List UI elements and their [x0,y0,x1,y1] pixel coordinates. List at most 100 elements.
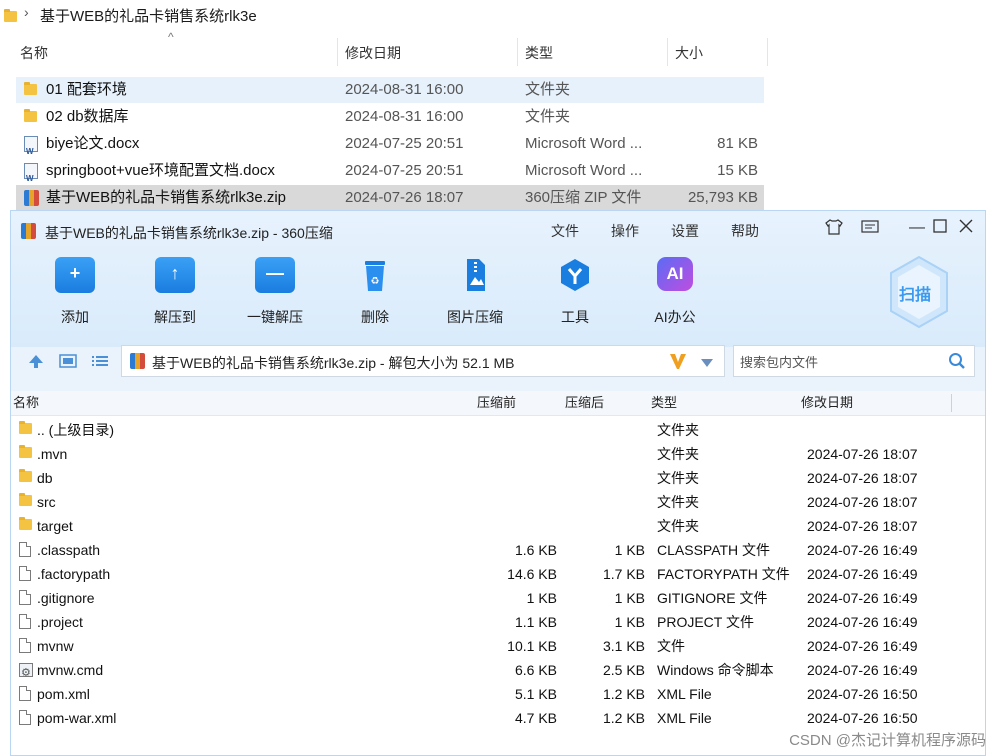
file-type: 文件 [657,638,685,654]
explorer-row[interactable]: 01 配套环境 2024-08-31 16:00 文件夹 [16,77,764,103]
file-date: 2024-07-26 16:49 [807,614,918,630]
file-row[interactable]: mvnw.cmd 6.6 KB 2.5 KB Windows 命令脚本 2024… [11,658,985,685]
menu-help[interactable]: 帮助 [731,221,759,241]
toolbar-image-compress-button[interactable]: 图片压缩 [435,257,515,327]
list-view-icon[interactable] [91,353,109,374]
column-divider[interactable] [517,38,518,66]
file-type: 文件夹 [525,81,571,98]
file-date: 2024-07-26 18:07 [807,494,918,510]
file-row[interactable]: mvnw 10.1 KB 3.1 KB 文件 2024-07-26 16:49 [11,634,985,658]
column-header-size[interactable]: 大小 [675,40,703,66]
file-icon [19,566,31,581]
column-divider[interactable] [951,394,952,412]
toolbar-delete-button[interactable]: ♻ 删除 [335,257,415,327]
file-icon [19,542,31,557]
breadcrumb[interactable]: 基于WEB的礼品卡销售系统rlk3e [40,5,257,26]
dropdown-arrow-icon[interactable] [700,355,714,373]
image-compress-icon [455,257,495,293]
explorer-row[interactable]: springboot+vue环境配置文档.docx 2024-07-25 20:… [16,158,764,192]
up-arrow-icon[interactable] [27,353,45,374]
column-divider[interactable] [667,38,668,66]
file-type: GITIGNORE 文件 [657,590,768,606]
thumbnail-view-icon[interactable] [59,353,77,374]
file-type: 文件夹 [657,518,699,534]
v-badge-icon[interactable] [668,351,688,376]
menu-operation[interactable]: 操作 [611,221,639,241]
file-icon [19,590,31,605]
file-name: 01 配套环境 [46,81,127,98]
toolbar-label: AI办公 [654,309,696,325]
size-after: 1 KB [614,614,645,630]
skin-shirt-icon[interactable] [825,219,843,240]
file-date: 2024-07-26 16:49 [807,566,918,582]
column-header-type[interactable]: 类型 [651,391,677,415]
size-before: 14.6 KB [507,566,557,582]
search-box[interactable] [733,345,975,377]
file-row[interactable]: pom-war.xml 4.7 KB 1.2 KB XML File 2024-… [11,706,985,730]
toolbar-extract-to-button[interactable]: ↑ 解压到 [135,257,215,327]
toolbar-ai-office-button[interactable]: AI AI办公 [635,257,715,327]
column-divider[interactable] [337,38,338,66]
maximize-icon[interactable] [933,219,947,238]
file-icon [19,686,31,701]
file-name: db [37,470,53,486]
toolbar-one-click-extract-button[interactable]: — 一键解压 [235,257,315,327]
search-input[interactable] [738,351,942,373]
file-type: XML File [657,710,712,726]
explorer-address-bar: › 基于WEB的礼品卡销售系统rlk3e [0,0,992,27]
tools-icon [555,257,595,293]
column-header-date[interactable]: 修改日期 [801,391,853,415]
menu-file[interactable]: 文件 [551,221,579,241]
size-after: 1.7 KB [602,566,645,582]
minimize-icon[interactable]: — [909,219,925,237]
file-row[interactable]: .classpath 1.6 KB 1 KB CLASSPATH 文件 2024… [11,538,985,562]
menu-settings[interactable]: 设置 [671,221,699,241]
column-header-type[interactable]: 类型 [525,40,553,66]
file-date: 2024-07-26 16:49 [807,662,918,678]
scan-button[interactable]: 扫描 [887,255,951,329]
file-row[interactable]: .factorypath 14.6 KB 1.7 KB FACTORYPATH … [11,562,985,586]
file-date: 2024-08-31 16:00 [345,81,464,98]
cmd-script-icon [19,661,33,685]
file-row[interactable]: src 文件夹 2024-07-26 18:07 [11,490,985,514]
size-before: 1.1 KB [514,614,557,630]
chevron-right-icon[interactable]: › [24,4,29,20]
file-type: 文件夹 [657,470,699,486]
search-icon[interactable] [948,352,966,375]
file-row[interactable]: .mvn 文件夹 2024-07-26 18:07 [11,442,985,466]
toolbar-add-button[interactable]: + 添加 [35,257,115,327]
file-row[interactable]: .gitignore 1 KB 1 KB GITIGNORE 文件 2024-0… [11,586,985,610]
explorer-row[interactable]: 基于WEB的礼品卡销售系统rlk3e.zip 2024-07-26 18:07 … [16,185,764,211]
archive-path-bar[interactable]: 基于WEB的礼品卡销售系统rlk3e.zip - 解包大小为 52.1 MB [121,345,725,377]
delete-icon: ♻ [355,257,395,293]
file-name: .. (上级目录) [37,422,114,438]
ai-office-icon: AI [657,257,693,291]
explorer-row[interactable]: 02 db数据库 2024-08-31 16:00 文件夹 [16,104,764,130]
file-date: 2024-07-26 16:49 [807,638,918,654]
file-row[interactable]: target 文件夹 2024-07-26 18:07 [11,514,985,538]
feedback-icon[interactable] [861,219,879,240]
column-header-date[interactable]: 修改日期 [345,40,401,66]
size-after: 3.1 KB [602,638,645,654]
file-date: 2024-08-31 16:00 [345,108,464,125]
file-row[interactable]: .. (上级目录) 文件夹 [11,418,985,442]
toolbar-tools-button[interactable]: 工具 [535,257,615,327]
close-icon[interactable] [959,219,973,238]
file-row[interactable]: pom.xml 5.1 KB 1.2 KB XML File 2024-07-2… [11,682,985,706]
file-date: 2024-07-26 18:07 [807,518,918,534]
file-row[interactable]: db 文件夹 2024-07-26 18:07 [11,466,985,490]
toolbar-label: 解压到 [154,309,196,325]
file-size: 81 KB [717,135,758,152]
explorer-row[interactable]: biye论文.docx 2024-07-25 20:51 Microsoft W… [16,131,764,165]
column-header-name[interactable]: 名称 [13,391,39,415]
column-header-before[interactable]: 压缩前 [477,391,516,415]
column-header-name[interactable]: 名称 [20,40,48,66]
file-date: 2024-07-26 16:49 [807,590,918,606]
toolbar-label: 工具 [561,309,589,325]
file-type: 文件夹 [657,446,699,462]
file-row[interactable]: .project 1.1 KB 1 KB PROJECT 文件 2024-07-… [11,610,985,634]
column-header-after[interactable]: 压缩后 [565,391,604,415]
size-after: 1 KB [614,542,645,558]
file-type: Microsoft Word ... [525,135,643,152]
file-name: src [37,494,56,510]
